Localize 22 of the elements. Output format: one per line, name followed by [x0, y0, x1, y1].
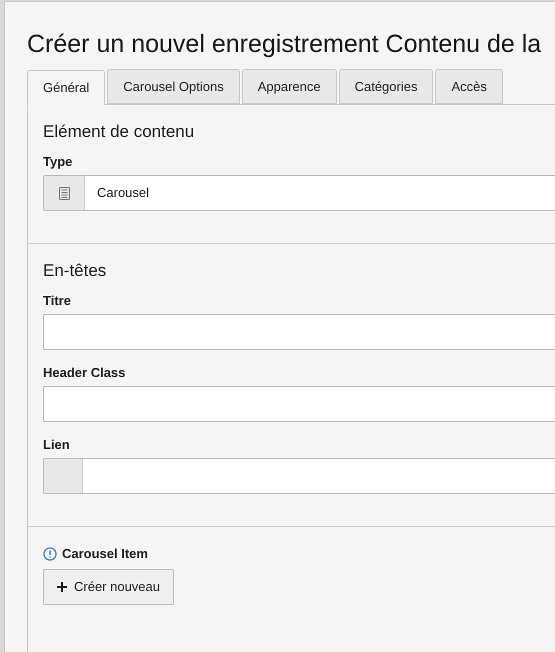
text-input-field[interactable] [43, 314, 555, 350]
tab[interactable]: Catégories [338, 69, 434, 104]
document-icon [58, 186, 70, 200]
section-heading: Elément de contenu [43, 121, 196, 143]
field-label: Titre [43, 293, 72, 309]
select-value: Carousel [96, 184, 150, 202]
inline-label: Carousel Item [62, 545, 148, 563]
field-label: Type [43, 154, 74, 170]
tab[interactable]: Général [27, 70, 106, 105]
tab[interactable]: Apparence [242, 69, 337, 104]
link-input-field[interactable] [43, 458, 555, 494]
field-label: Lien [43, 437, 71, 453]
info-icon [43, 546, 57, 561]
field-label: Header Class [43, 365, 126, 381]
text-input-field[interactable] [43, 386, 555, 422]
plus-icon [57, 582, 67, 592]
type-select[interactable]: Carousel [43, 175, 555, 211]
page-title: Créer un nouvel enregistrement Contenu de la [27, 29, 542, 60]
section-heading: En-têtes [43, 260, 108, 282]
tab[interactable]: Carousel Options [107, 69, 240, 104]
create-new-button[interactable]: Créer nouveau [43, 568, 174, 604]
tab[interactable]: Accès [435, 69, 503, 104]
